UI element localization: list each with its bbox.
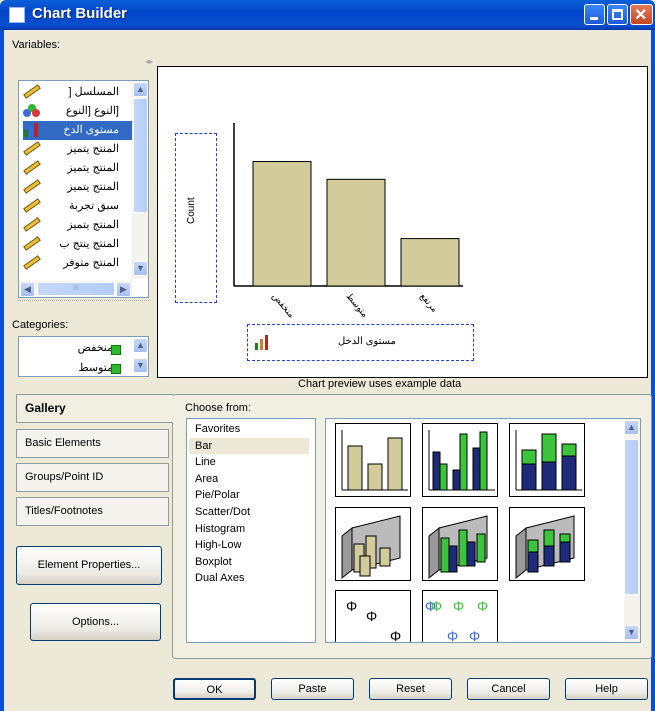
ruler-icon — [23, 141, 41, 156]
splitter-handle-icon[interactable]: ◂▸ — [145, 57, 153, 66]
scroll-up-button[interactable]: ▲ — [133, 338, 148, 353]
variables-label: Variables: — [12, 39, 61, 51]
svg-text:Φ: Φ — [447, 628, 458, 643]
ruler-icon — [23, 160, 41, 175]
stacked-3d-bar-thumb[interactable] — [509, 507, 585, 581]
chart-preview-canvas[interactable]: Count منخفض متوسط مرتفع مستوى الدخل — [157, 66, 648, 378]
gallery-thumbnails[interactable]: ΦΦΦΦΦΦΦΦΦ ▲ ▼ — [325, 418, 641, 643]
svg-text:Φ: Φ — [346, 598, 357, 614]
ruler-icon — [23, 179, 41, 194]
chart-type-item[interactable]: Scatter/Dot — [189, 504, 309, 520]
tab-gallery[interactable]: Gallery — [16, 394, 173, 423]
svg-text:Φ: Φ — [366, 608, 377, 624]
svg-text:Φ: Φ — [453, 598, 464, 614]
categories-label: Categories: — [12, 319, 69, 331]
paste-button[interactable]: Paste — [271, 678, 354, 700]
ordinal-icon — [23, 123, 41, 137]
variables-list[interactable]: المسلسل [[النوع [النوع مستوى الدخ المنتج ي… — [18, 80, 149, 298]
clustered-error-bar-thumb[interactable]: ΦΦΦΦΦΦ — [422, 590, 498, 643]
chart-type-item[interactable]: Area — [189, 471, 309, 487]
svg-text:Φ: Φ — [390, 628, 401, 643]
chart-type-item[interactable]: Pie/Polar — [189, 487, 309, 503]
maximize-button[interactable] — [607, 4, 628, 25]
variables-vscroll-thumb[interactable] — [133, 98, 148, 213]
chart-type-item[interactable]: Favorites — [189, 421, 309, 437]
scroll-up-button[interactable]: ▲ — [133, 82, 148, 97]
ruler-icon — [23, 217, 41, 232]
scroll-left-button[interactable]: ◀ — [20, 282, 35, 297]
svg-text:Φ: Φ — [477, 598, 488, 614]
category-green-icon — [111, 364, 121, 374]
window-title: Chart Builder — [32, 5, 128, 22]
chart-type-item[interactable]: Dual Axes — [189, 570, 309, 586]
gallery-vscroll-thumb[interactable] — [624, 439, 639, 595]
chart-type-item[interactable]: Bar — [189, 437, 309, 454]
element-properties-button[interactable]: Element Properties... — [16, 546, 162, 585]
app-icon — [9, 7, 25, 23]
simple-3d-bar-thumb[interactable] — [335, 507, 411, 581]
minimize-button[interactable] — [584, 4, 605, 25]
svg-text:Φ: Φ — [469, 628, 480, 643]
ruler-icon — [23, 84, 41, 99]
options-button[interactable]: Options... — [30, 603, 161, 641]
chart-type-item[interactable]: High-Low — [189, 537, 309, 553]
x-axis-label: مستوى الدخل — [338, 336, 396, 347]
window-frame-left — [0, 30, 4, 711]
splitter-horizontal[interactable] — [18, 300, 149, 302]
chart-type-item[interactable]: Line — [189, 454, 309, 470]
help-button[interactable]: Help — [565, 678, 648, 700]
chart-bar — [326, 178, 386, 287]
category-green-icon — [111, 345, 121, 355]
chart-type-item[interactable]: Histogram — [189, 521, 309, 537]
x-axis-drop-zone[interactable]: مستوى الدخل — [247, 324, 474, 361]
minimize-icon — [590, 17, 598, 20]
svg-text:Φ: Φ — [431, 598, 442, 614]
simple-error-bar-thumb[interactable]: ΦΦΦ — [335, 590, 411, 643]
clustered-3d-bar-thumb[interactable] — [422, 507, 498, 581]
reset-button[interactable]: Reset — [369, 678, 452, 700]
choose-from-label: Choose from: — [185, 402, 252, 414]
chart-type-list[interactable]: Favorites Bar Line Area Pie/Polar Scatter/Dot… — [186, 418, 316, 643]
chart-bar — [252, 161, 312, 287]
close-button[interactable]: ✕ — [630, 4, 653, 25]
clustered-bar-thumb[interactable] — [422, 423, 498, 497]
ruler-icon — [23, 255, 41, 270]
tab-basic-elements[interactable]: Basic Elements — [16, 429, 169, 458]
scroll-down-button[interactable]: ▼ — [133, 261, 148, 276]
ruler-icon — [23, 198, 41, 213]
scroll-down-button[interactable]: ▼ — [624, 625, 639, 640]
title-bar[interactable]: Chart Builder ✕ — [0, 0, 655, 30]
variables-hscroll-thumb[interactable]: III — [37, 282, 115, 296]
scroll-down-button[interactable]: ▼ — [133, 358, 148, 373]
close-icon: ✕ — [634, 7, 648, 24]
nominal-icon — [23, 104, 41, 117]
scroll-up-button[interactable]: ▲ — [624, 420, 639, 435]
stacked-bar-thumb[interactable] — [509, 423, 585, 497]
chart-type-item[interactable]: Boxplot — [189, 554, 309, 570]
simple-bar-thumb[interactable] — [335, 423, 411, 497]
cancel-button[interactable]: Cancel — [467, 678, 550, 700]
chart-bar — [400, 238, 460, 287]
ok-button[interactable]: OK — [173, 678, 256, 700]
ordinal-icon — [254, 335, 270, 351]
tab-groups-point-id[interactable]: Groups/Point ID — [16, 463, 169, 492]
preview-footer-note: Chart preview uses example data — [298, 378, 462, 390]
ruler-icon — [23, 236, 41, 251]
maximize-icon — [612, 9, 623, 20]
categories-list[interactable]: منخفض متوسط ▲ ▼ — [18, 336, 149, 377]
tab-titles-footnotes[interactable]: Titles/Footnotes — [16, 497, 169, 526]
scroll-right-button[interactable]: ▶ — [116, 282, 131, 297]
